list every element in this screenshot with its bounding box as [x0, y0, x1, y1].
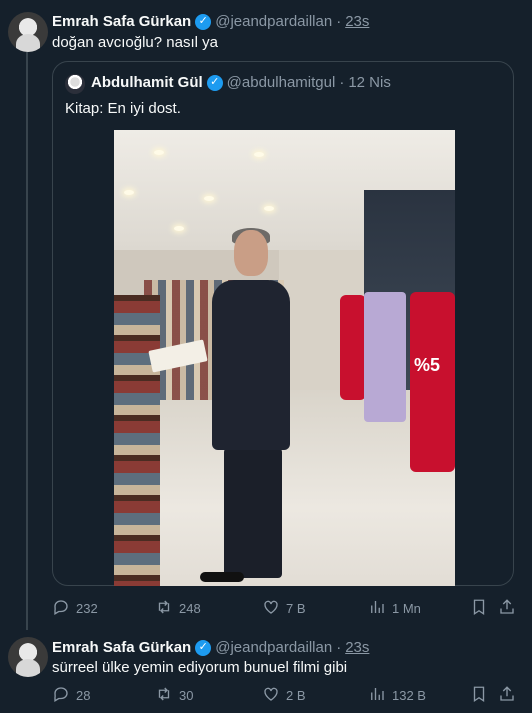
avatar[interactable] [8, 12, 48, 52]
retweet-count: 248 [179, 600, 201, 616]
bookmark-icon [470, 599, 488, 619]
photo-light [264, 206, 274, 211]
reply-icon [52, 685, 70, 706]
photo-light [204, 196, 214, 201]
views-count: 132 B [392, 687, 426, 703]
tweet-header: Emrah Safa Gürkan ✓ @jeandpardaillan · 2… [52, 639, 369, 656]
share-icon [498, 598, 516, 619]
tweet-actions: 28 30 2 B 132 B [52, 685, 514, 705]
tweet-actions: 232 248 7 B 1 Mn [52, 598, 514, 618]
share-button[interactable] [498, 685, 516, 706]
photo-red-banner [410, 292, 455, 472]
reply-button[interactable]: 28 [52, 685, 90, 706]
photo-shoe [200, 572, 244, 582]
reply-count: 28 [76, 687, 91, 703]
like-icon [262, 685, 280, 706]
reply-count: 232 [76, 600, 98, 616]
like-count: 7 B [286, 600, 306, 616]
quoted-date: 12 Nis [348, 74, 391, 91]
views-count: 1 Mn [392, 600, 421, 616]
bookmark-icon [470, 686, 488, 706]
separator: · [336, 639, 342, 656]
views-button[interactable]: 132 B [368, 685, 426, 706]
author-name[interactable]: Emrah Safa Gürkan [52, 639, 191, 656]
author-name[interactable]: Emrah Safa Gürkan [52, 13, 191, 30]
timeline: Emrah Safa Gürkan ✓ @jeandpardaillan · 2… [0, 0, 532, 713]
views-icon [368, 598, 386, 619]
photo-red-banner [340, 295, 366, 400]
timestamp[interactable]: 23s [345, 639, 369, 656]
separator: · [336, 13, 342, 30]
tweet-text: doğan avcıoğlu? nasıl ya [52, 34, 218, 51]
bookmark-button[interactable] [470, 685, 488, 706]
like-icon [262, 598, 280, 619]
quoted-author-name: Abdulhamit Gül [91, 74, 203, 91]
views-button[interactable]: 1 Mn [368, 598, 421, 619]
reply-icon [52, 598, 70, 619]
author-handle[interactable]: @jeandpardaillan [215, 639, 332, 656]
photo-light [124, 190, 134, 195]
quoted-avatar [65, 74, 85, 94]
share-button[interactable] [498, 598, 516, 619]
photo-person-body [212, 280, 290, 450]
timestamp[interactable]: 23s [345, 13, 369, 30]
retweet-button[interactable]: 248 [155, 598, 201, 619]
bookmark-button[interactable] [470, 598, 488, 619]
retweet-icon [155, 598, 173, 619]
like-count: 2 B [286, 687, 306, 703]
quoted-tweet-header: Abdulhamit Gül ✓ @abdulhamitgul · 12 Nis [91, 74, 391, 91]
separator: · [339, 74, 345, 91]
author-handle[interactable]: @jeandpardaillan [215, 13, 332, 30]
share-icon [498, 685, 516, 706]
tweet-header: Emrah Safa Gürkan ✓ @jeandpardaillan · 2… [52, 13, 369, 30]
photo-person-head [234, 230, 268, 276]
quoted-tweet-text: Kitap: En iyi dost. [65, 100, 181, 117]
verified-badge-icon: ✓ [195, 639, 212, 656]
thread-connector-line [26, 52, 28, 630]
verified-badge-icon: ✓ [195, 13, 212, 30]
like-button[interactable]: 7 B [262, 598, 306, 619]
retweet-button[interactable]: 30 [155, 685, 193, 706]
tweet-photo[interactable]: %5 [114, 130, 455, 586]
photo-light [254, 152, 264, 157]
photo-banner-sign: %5 [414, 355, 441, 375]
like-button[interactable]: 2 B [262, 685, 306, 706]
tweet-text: sürreel ülke yemin ediyorum bunuel filmi… [52, 659, 348, 676]
reply-button[interactable]: 232 [52, 598, 98, 619]
quoted-author-handle: @abdulhamitgul [226, 74, 336, 91]
views-icon [368, 685, 386, 706]
retweet-count: 30 [179, 687, 194, 703]
photo-person-legs [224, 448, 282, 578]
retweet-icon [155, 685, 173, 706]
quoted-tweet-card[interactable]: Abdulhamit Gül ✓ @abdulhamitgul · 12 Nis… [52, 61, 514, 586]
photo-left-shelves [114, 295, 160, 586]
photo-purple-banner [364, 292, 406, 422]
photo-light [154, 150, 164, 155]
verified-badge-icon: ✓ [206, 74, 223, 91]
photo-light [174, 226, 184, 231]
avatar[interactable] [8, 637, 48, 677]
